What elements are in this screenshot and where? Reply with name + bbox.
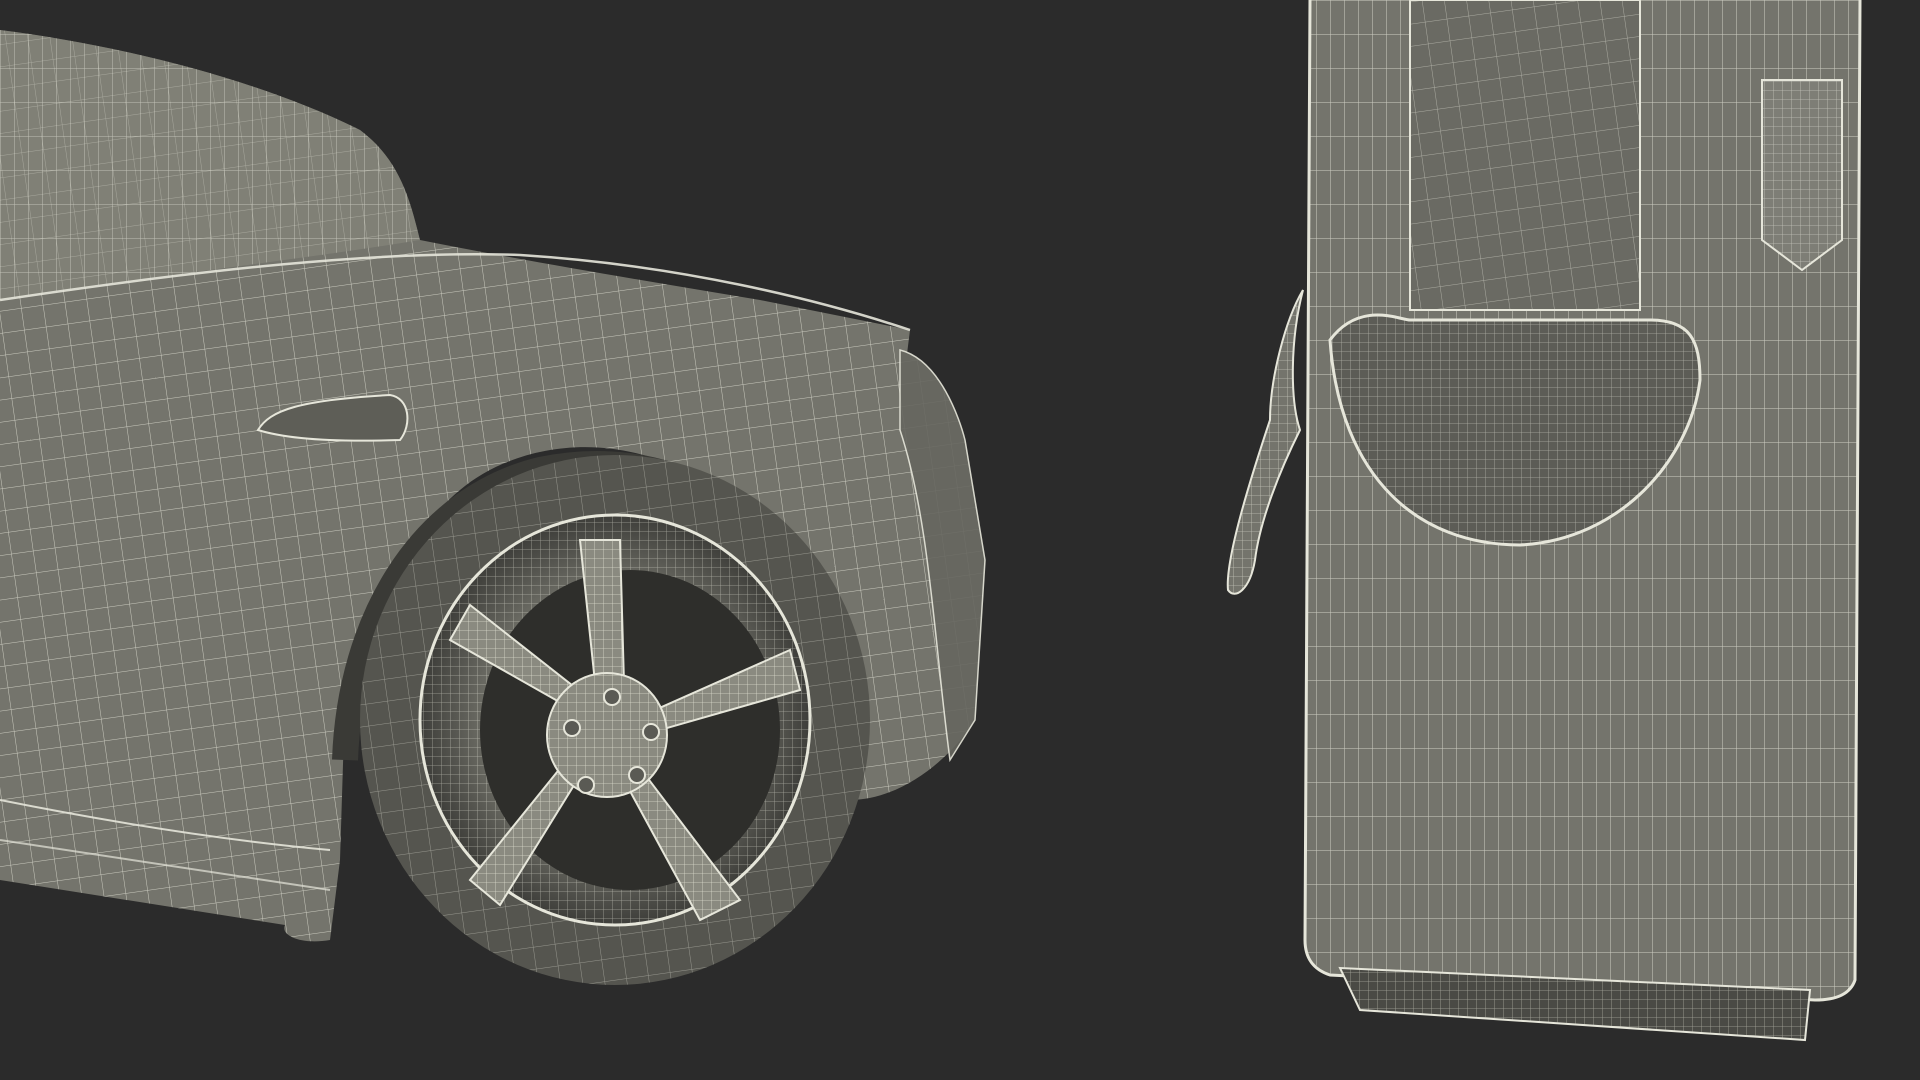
lug-nut bbox=[628, 766, 646, 784]
station-indicator-wire bbox=[1762, 80, 1842, 270]
lug-nut bbox=[642, 723, 660, 741]
lug-nut bbox=[603, 688, 621, 706]
wireframe-render bbox=[0, 0, 1920, 1080]
charging-station bbox=[1303, 0, 1862, 1042]
lug-nut bbox=[563, 719, 581, 737]
lug-nut bbox=[577, 776, 595, 794]
front-wheel bbox=[360, 455, 870, 985]
station-screen-wire bbox=[1410, 0, 1640, 310]
